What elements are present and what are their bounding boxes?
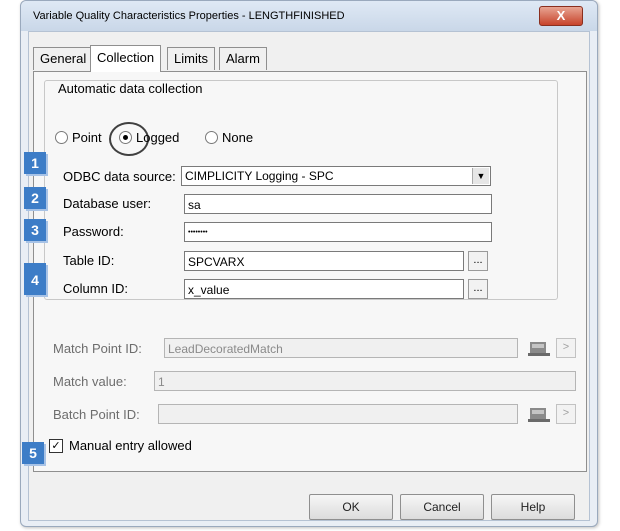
batch-point-id-input[interactable] — [158, 404, 518, 424]
password-input[interactable]: •••••••• — [184, 222, 492, 242]
radio-logged[interactable]: Logged — [119, 130, 179, 145]
odbc-data-source-select[interactable]: CIMPLICITY Logging - SPC ▼ — [181, 166, 491, 186]
radio-point-label: Point — [72, 130, 102, 145]
database-user-label: Database user: — [63, 196, 152, 211]
tab-collection[interactable]: Collection — [90, 45, 162, 72]
batch-point-browse-button[interactable] — [526, 403, 552, 425]
dropdown-arrow-icon[interactable]: ▼ — [472, 168, 489, 184]
help-button[interactable]: Help — [491, 494, 575, 520]
tab-general[interactable]: General — [33, 47, 94, 70]
radio-point[interactable]: Point — [55, 130, 102, 145]
match-point-arrow-button[interactable]: > — [556, 338, 576, 358]
window-title: Variable Quality Characteristics Propert… — [33, 10, 345, 22]
column-id-input[interactable]: x_value — [184, 279, 464, 299]
callout-badge-5: 5 — [22, 442, 44, 464]
batch-point-id-label: Batch Point ID: — [53, 407, 140, 422]
table-id-input[interactable]: SPCVARX — [184, 251, 464, 271]
radio-none[interactable]: None — [205, 130, 253, 145]
tab-limits[interactable]: Limits — [167, 47, 215, 70]
table-id-label: Table ID: — [63, 253, 115, 268]
match-value-label: Match value: — [53, 374, 127, 389]
manual-entry-label: Manual entry allowed — [69, 438, 192, 453]
table-id-browse-button[interactable]: ... — [468, 251, 488, 271]
cancel-button[interactable]: Cancel — [400, 494, 484, 520]
dialog-body: General Collection Limits Alarm Automati… — [28, 31, 590, 521]
tab-alarm[interactable]: Alarm — [219, 47, 267, 70]
collection-panel: Automatic data collection Point Logged N… — [33, 71, 587, 472]
group-title: Automatic data collection — [55, 81, 206, 96]
radio-logged-label: Logged — [136, 130, 180, 145]
odbc-label: ODBC data source: — [63, 169, 176, 184]
ok-button[interactable]: OK — [309, 494, 393, 520]
match-point-browse-button[interactable] — [526, 337, 552, 359]
radio-point-dot[interactable] — [55, 131, 68, 144]
radio-none-label: None — [222, 130, 254, 145]
callout-badge-3: 3 — [24, 219, 46, 241]
callout-badge-1: 1 — [24, 152, 46, 174]
close-button[interactable]: X — [539, 6, 583, 26]
callout-badge-2: 2 — [24, 187, 46, 209]
callout-badge-4: 4 — [24, 263, 46, 295]
checkbox-box[interactable]: ✓ — [49, 438, 63, 453]
properties-dialog: Variable Quality Characteristics Propert… — [20, 0, 598, 527]
password-label: Password: — [63, 224, 124, 239]
title-bar: Variable Quality Characteristics Propert… — [21, 1, 597, 31]
automatic-data-collection-group: Automatic data collection Point Logged N… — [44, 80, 558, 300]
match-point-id-label: Match Point ID: — [53, 341, 142, 356]
radio-none-dot[interactable] — [205, 131, 218, 144]
manual-entry-checkbox[interactable]: ✓ Manual entry allowed — [49, 438, 192, 453]
point-browser-icon — [528, 342, 550, 356]
column-id-label: Column ID: — [63, 281, 129, 296]
column-id-browse-button[interactable]: ... — [468, 279, 488, 299]
match-value-input[interactable]: 1 — [154, 371, 576, 391]
odbc-selected-value: CIMPLICITY Logging - SPC — [185, 169, 334, 183]
match-point-id-input[interactable]: LeadDecoratedMatch — [164, 338, 518, 358]
radio-logged-dot[interactable] — [119, 131, 132, 144]
point-browser-icon — [528, 408, 550, 422]
batch-point-arrow-button[interactable]: > — [556, 404, 576, 424]
database-user-input[interactable]: sa — [184, 194, 492, 214]
